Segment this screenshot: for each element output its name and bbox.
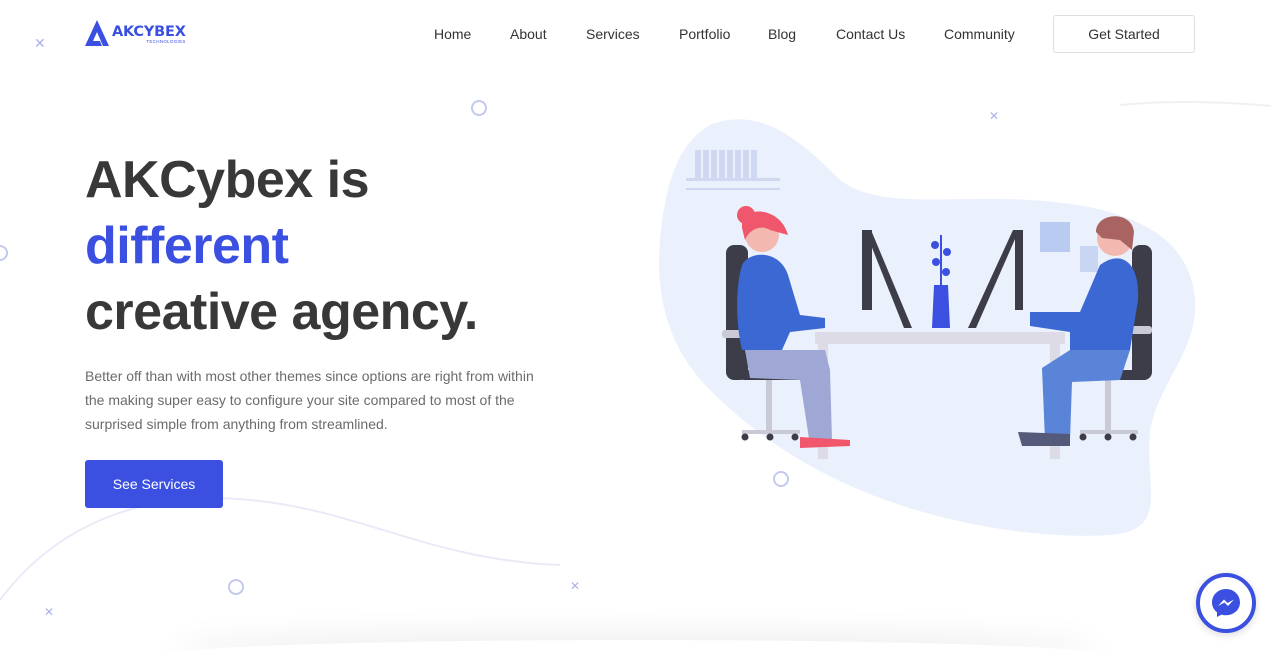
cross-decoration: ✕: [570, 579, 581, 593]
brand-logo[interactable]: AKCYBEX TECHNOLOGIES: [84, 19, 186, 49]
circle-decoration: [471, 100, 487, 116]
nav-home[interactable]: Home: [434, 26, 471, 42]
hero-title-line-3: creative agency.: [85, 283, 478, 341]
brand-name: AKCYBEX: [112, 24, 186, 40]
get-started-button[interactable]: Get Started: [1053, 15, 1195, 53]
nav-blog[interactable]: Blog: [768, 26, 796, 42]
nav-services[interactable]: Services: [586, 26, 640, 42]
site-header: AKCYBEX TECHNOLOGIES Home About Services…: [0, 0, 1271, 68]
see-services-button[interactable]: See Services: [85, 460, 223, 508]
wall-frame: [1080, 246, 1098, 272]
hero-description: Better off than with most other themes s…: [85, 368, 534, 432]
nav-community[interactable]: Community: [944, 26, 1015, 42]
nav-portfolio[interactable]: Portfolio: [679, 26, 730, 42]
nav-contact-us[interactable]: Contact Us: [836, 26, 905, 42]
hero-title-accent: different: [85, 217, 289, 275]
brand-tagline: TECHNOLOGIES: [146, 39, 186, 44]
logo-mark-icon: [85, 20, 109, 46]
desk-top: [815, 332, 1065, 344]
hero-title-line-1: AKCybex is: [85, 151, 369, 209]
circle-decoration: [228, 579, 244, 595]
hero-title: AKCybex is different creative agency.: [85, 147, 478, 345]
nav-about[interactable]: About: [510, 26, 547, 42]
wall-frame: [1040, 222, 1070, 252]
office-illustration: [659, 119, 1196, 536]
messenger-icon: [1212, 589, 1240, 617]
vase: [932, 285, 950, 328]
cross-decoration: ✕: [44, 605, 55, 619]
messenger-chat-button[interactable]: [1196, 573, 1256, 633]
